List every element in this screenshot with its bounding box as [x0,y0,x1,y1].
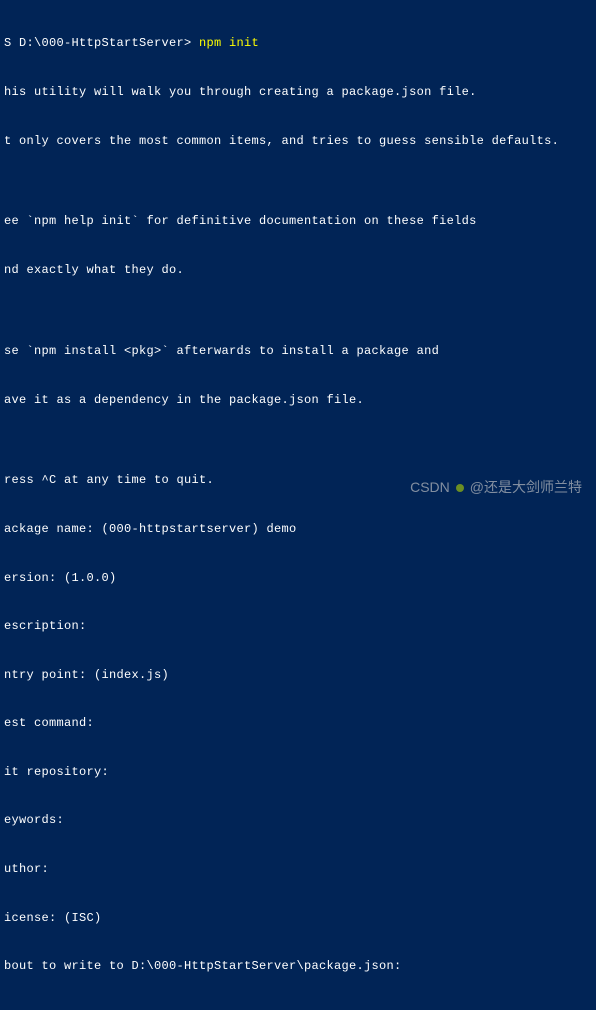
terminal-output[interactable]: S D:\000-HttpStartServer> npm init his u… [4,3,592,1010]
watermark-text: @还是大剑师兰特 [470,478,582,497]
field-license: icense: (ISC) [4,910,592,926]
about-write-line: bout to write to D:\000-HttpStartServer\… [4,958,592,974]
field-keywords: eywords: [4,812,592,828]
command-text: npm init [199,36,259,50]
intro-line: ave it as a dependency in the package.js… [4,392,592,408]
intro-line: ee `npm help init` for definitive docume… [4,213,592,229]
field-git-repository: it repository: [4,764,592,780]
prompt-path: S D:\000-HttpStartServer> [4,36,199,50]
intro-line: his utility will walk you through creati… [4,84,592,100]
watermark: CSDN @还是大剑师兰特 [410,478,582,497]
intro-line: se `npm install <pkg>` afterwards to ins… [4,343,592,359]
intro-line: nd exactly what they do. [4,262,592,278]
watermark-dot-icon [456,484,464,492]
field-version: ersion: (1.0.0) [4,570,592,586]
field-author: uthor: [4,861,592,877]
field-entry-point: ntry point: (index.js) [4,667,592,683]
field-package-name: ackage name: (000-httpstartserver) demo [4,521,592,537]
prompt-line-1: S D:\000-HttpStartServer> npm init [4,35,592,51]
field-test-command: est command: [4,715,592,731]
intro-line: t only covers the most common items, and… [4,133,592,149]
watermark-prefix: CSDN [410,478,450,497]
field-description: escription: [4,618,592,634]
